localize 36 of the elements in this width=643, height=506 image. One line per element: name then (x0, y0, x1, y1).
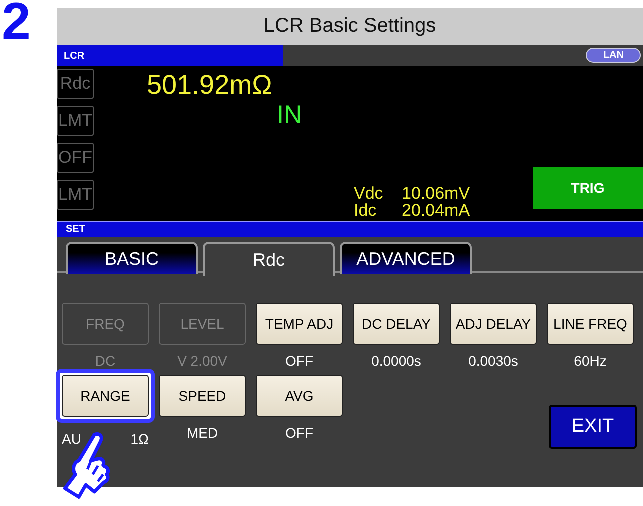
reading-value: 20.04mA (402, 202, 470, 219)
setting-button[interactable]: LINE FREQ (547, 303, 634, 345)
setting-value: 0.0000s (372, 353, 422, 369)
setting-button[interactable]: ADJ DELAY (450, 303, 537, 345)
reading-value: 10.06mV (402, 185, 470, 202)
window-title: LCR Basic Settings (57, 8, 643, 45)
exit-button[interactable]: EXIT (549, 405, 637, 449)
parameter-label: LMT (57, 180, 94, 210)
tab[interactable]: BASIC (66, 242, 198, 274)
setting-value: 1Ω (130, 431, 149, 447)
parameter-label: OFF (57, 143, 94, 173)
section-bar-label: SET (57, 221, 643, 237)
setting-value: V 2.00V (178, 353, 228, 369)
step-number: 2 (1, 0, 32, 53)
setting-value: DC (95, 353, 116, 369)
reading-name: Idc (354, 202, 378, 219)
setting-button[interactable]: SPEED (159, 375, 246, 417)
judgement-text: IN (277, 100, 303, 130)
mode-label: LCR (57, 45, 283, 66)
setting-value: MED (186, 425, 218, 441)
measurement-value: 501.92mΩ (147, 70, 274, 100)
setting-button[interactable]: RANGE (62, 375, 149, 417)
tab[interactable]: Rdc (203, 242, 335, 276)
setting-button[interactable]: AVG (256, 375, 343, 417)
setting-button[interactable]: TEMP ADJ (256, 303, 343, 345)
setting-value: 0.0030s (468, 353, 518, 369)
tab[interactable]: ADVANCED (340, 242, 472, 274)
parameter-label: LMT (57, 106, 94, 136)
setting-value: OFF (286, 425, 314, 441)
reading-name: Vdc (354, 185, 382, 202)
setting-value: OFF (286, 353, 314, 369)
setting-button[interactable]: DC DELAY (353, 303, 440, 345)
setting-value: AU (62, 431, 82, 447)
lan-badge: LAN (586, 48, 641, 63)
parameter-label: Rdc (57, 69, 94, 99)
setting-value: 60Hz (574, 353, 607, 369)
